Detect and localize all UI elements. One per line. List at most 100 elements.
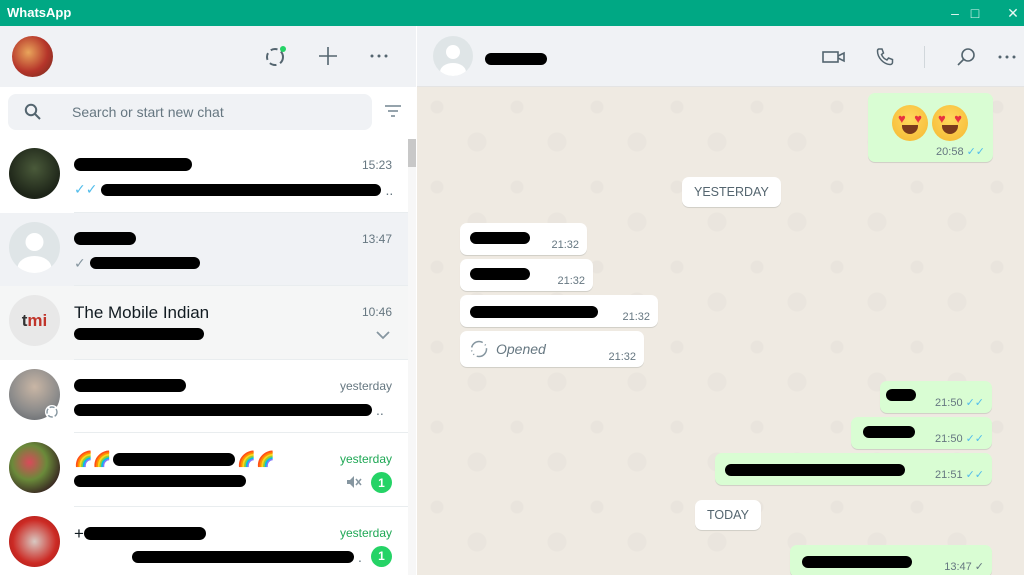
contact-name[interactable]: [485, 52, 547, 70]
date-divider: YESTERDAY: [682, 177, 781, 207]
message-time: 13:47: [944, 560, 972, 573]
chat-time: 13:47: [361, 231, 392, 246]
chat-item[interactable]: 15:23 ✓✓ ..: [0, 139, 408, 213]
double-check-icon: ✓✓: [965, 433, 984, 445]
chat-name: 🌈🌈 🌈🌈: [74, 451, 275, 468]
close-button[interactable]: ✕: [990, 0, 1024, 26]
phone-icon: [876, 48, 894, 66]
muted-icon: [347, 476, 362, 488]
contact-avatar: tmi: [9, 295, 60, 346]
contact-avatar: [9, 442, 60, 493]
chat-item[interactable]: yesterday ..: [0, 360, 408, 433]
chat-item[interactable]: + yesterday . 1: [0, 507, 408, 575]
chat-name: [74, 230, 136, 250]
plus-icon: [319, 47, 337, 65]
outgoing-message[interactable]: 21:50 ✓✓: [880, 381, 992, 413]
chevron-down-icon[interactable]: [376, 331, 390, 340]
heart-eyes-emoji: [892, 105, 968, 141]
incoming-message[interactable]: 21:32: [460, 259, 593, 291]
chat-time: yesterday: [339, 525, 392, 540]
status-ring-icon: [45, 404, 59, 419]
chat-list-scrollbar[interactable]: [408, 139, 416, 575]
sidebar-menu-button[interactable]: [365, 42, 393, 70]
conversation-pane: 20:58✓✓ YESTERDAY 21:32 21:32 21:32 Open…: [417, 26, 1024, 575]
maximize-icon: □: [970, 5, 980, 21]
double-check-icon: ✓✓: [74, 181, 98, 197]
search-input[interactable]: [72, 94, 362, 130]
incoming-message[interactable]: 21:32: [460, 223, 587, 255]
contact-avatar: [9, 148, 60, 199]
message-text: [863, 426, 915, 438]
unread-badge: 1: [371, 545, 392, 567]
message-time: 21:32: [557, 275, 585, 287]
message-time: 21:32: [551, 239, 579, 251]
default-avatar-icon: [9, 221, 60, 273]
search-row: [0, 87, 416, 139]
message-time: 20:58: [936, 145, 964, 158]
chat-time: yesterday: [339, 452, 392, 466]
status-button[interactable]: [262, 42, 290, 70]
chat-name: [74, 377, 186, 397]
chat-preview: ✓✓ ..: [74, 181, 394, 198]
chat-item[interactable]: 🌈🌈 🌈🌈 yesterday 1: [0, 433, 408, 507]
filter-icon[interactable]: [384, 104, 402, 118]
chat-preview: .: [132, 549, 362, 565]
contact-avatar[interactable]: [433, 36, 473, 76]
status-icon: [266, 46, 286, 66]
message-text: Opened: [496, 341, 546, 357]
message-text: [725, 464, 905, 476]
voice-call-button[interactable]: [871, 43, 899, 71]
outgoing-message[interactable]: 21:50 ✓✓: [851, 417, 992, 449]
chat-preview: ✓: [74, 255, 200, 272]
my-profile-avatar[interactable]: [12, 36, 53, 77]
sidebar-header: [0, 26, 416, 87]
header-divider: [924, 46, 925, 68]
message-text: [886, 389, 916, 401]
search-box[interactable]: [8, 94, 372, 130]
message-text: [470, 232, 530, 244]
contact-avatar: [9, 515, 60, 567]
outgoing-message[interactable]: 20:58✓✓: [868, 93, 993, 162]
new-chat-button[interactable]: [314, 42, 342, 70]
check-icon: ✓: [74, 254, 86, 271]
message-time: 21:32: [622, 311, 650, 323]
video-call-button[interactable]: [820, 43, 848, 71]
unread-badge: 1: [371, 472, 392, 493]
check-icon: ✓: [974, 561, 984, 573]
view-once-icon: [470, 340, 488, 358]
chat-preview: ..: [74, 402, 384, 418]
chat-item[interactable]: tmi The Mobile Indian 10:46: [0, 286, 408, 360]
title-bar: WhatsApp – □ ✕: [0, 0, 1024, 26]
chat-time: yesterday: [339, 378, 392, 393]
chat-preview: [74, 328, 204, 340]
default-avatar-icon: [440, 45, 466, 76]
conversation-menu-button[interactable]: [993, 43, 1021, 71]
app-title: WhatsApp: [7, 5, 72, 20]
chat-item[interactable]: 13:47 ✓: [0, 212, 408, 286]
double-check-icon: ✓✓: [965, 397, 984, 409]
conversation-header: [417, 26, 1024, 87]
message-time: 21:50: [935, 432, 963, 445]
chat-name: +: [74, 524, 206, 544]
outgoing-message[interactable]: 21:51 ✓✓: [715, 453, 992, 485]
more-icon: [370, 54, 388, 58]
chat-time: 10:46: [361, 305, 392, 319]
message-list[interactable]: 20:58✓✓ YESTERDAY 21:32 21:32 21:32 Open…: [417, 87, 1024, 575]
search-conversation-button[interactable]: [952, 43, 980, 71]
close-icon: ✕: [1007, 4, 1019, 21]
video-call-icon: [822, 51, 845, 63]
scrollbar-thumb[interactable]: [408, 139, 416, 167]
view-once-message[interactable]: Opened 21:32: [460, 331, 644, 367]
message-time: 21:51: [935, 468, 963, 481]
search-icon: [957, 48, 975, 66]
outgoing-message[interactable]: 13:47 ✓: [790, 545, 992, 575]
search-icon: [24, 103, 41, 120]
message-time: 21:50: [935, 396, 963, 409]
double-check-icon: ✓✓: [966, 146, 985, 158]
incoming-message[interactable]: 21:32: [460, 295, 658, 327]
message-time: 21:32: [608, 351, 636, 363]
chat-time: 15:23: [361, 158, 392, 172]
date-divider: TODAY: [695, 500, 761, 530]
chat-list: 15:23 ✓✓ .. 13:47 ✓ tmi The Mobile India…: [0, 139, 408, 575]
chat-name: [74, 156, 192, 176]
